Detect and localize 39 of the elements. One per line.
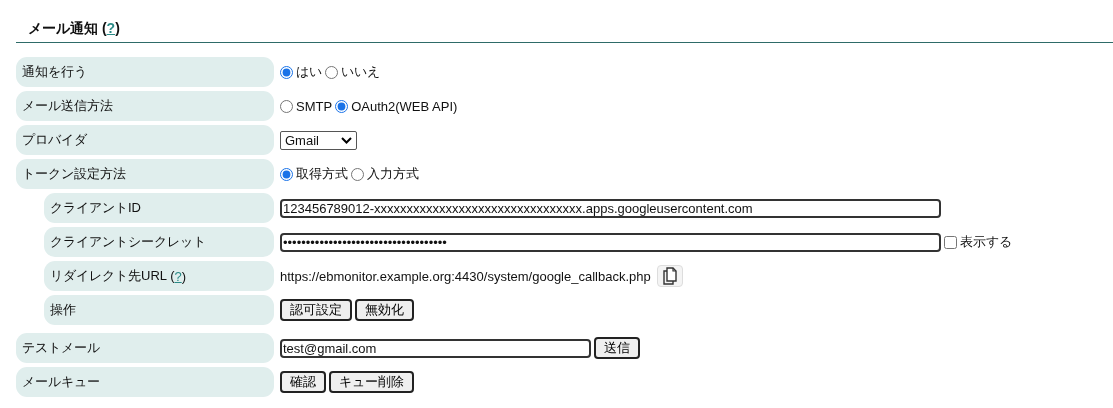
field-label: クライアントシークレット (44, 227, 274, 257)
field-label: メールキュー (16, 367, 274, 397)
text-field[interactable]: 123456789012-xxxxxxxxxxxxxxxxxxxxxxxxxxxxxxxx.apps.googleusercontent.com (280, 198, 941, 218)
field-label: 通知を行う (16, 57, 274, 87)
text-field[interactable]: •••••••••••••••••••••••••••••••••••• (280, 232, 941, 252)
field-label: トークン設定方法 (16, 159, 274, 189)
field-label: プロバイダ (16, 125, 274, 155)
radio-label: いいえ (341, 63, 380, 81)
action-button[interactable]: 確認 (280, 371, 326, 393)
checkbox[interactable] (944, 235, 957, 249)
radio-label: はい (296, 63, 322, 81)
radio-button[interactable] (335, 99, 349, 113)
radio-button[interactable] (351, 167, 364, 181)
field-label: テストメール (16, 333, 274, 363)
radio-button[interactable] (280, 167, 293, 181)
help-link[interactable]: ? (174, 268, 182, 284)
action-button[interactable]: 認可設定 (280, 299, 352, 321)
copy-icon (662, 267, 677, 285)
radio-button[interactable] (325, 65, 338, 79)
action-button[interactable]: キュー削除 (329, 371, 414, 393)
send-button[interactable]: 送信 (594, 337, 640, 359)
radio-button[interactable] (280, 65, 293, 79)
field-label: 操作 (44, 295, 274, 325)
copy-button[interactable] (656, 265, 683, 287)
checkbox-label: 表示する (960, 233, 1012, 251)
provider-dropdown[interactable]: Gmail (280, 130, 357, 150)
radio-label: SMTP (296, 98, 333, 114)
radio-button[interactable] (280, 99, 293, 113)
radio-label: 取得方式 (296, 165, 348, 183)
redirect-url: https://ebmonitor.example.org:4430/system/google_callback.php (280, 268, 651, 284)
email-field[interactable]: test@gmail.com (280, 338, 591, 358)
radio-label: OAuth2(WEB API) (351, 98, 458, 114)
section-title: メール通知 (?) (28, 20, 120, 36)
radio-label: 入力方式 (367, 165, 419, 183)
field-label: メール送信方法 (16, 91, 274, 121)
caret-icon (341, 136, 352, 144)
field-label: リダイレクト先URL (?) (44, 261, 274, 291)
field-label: クライアントID (44, 193, 274, 223)
action-button[interactable]: 無効化 (355, 299, 414, 321)
